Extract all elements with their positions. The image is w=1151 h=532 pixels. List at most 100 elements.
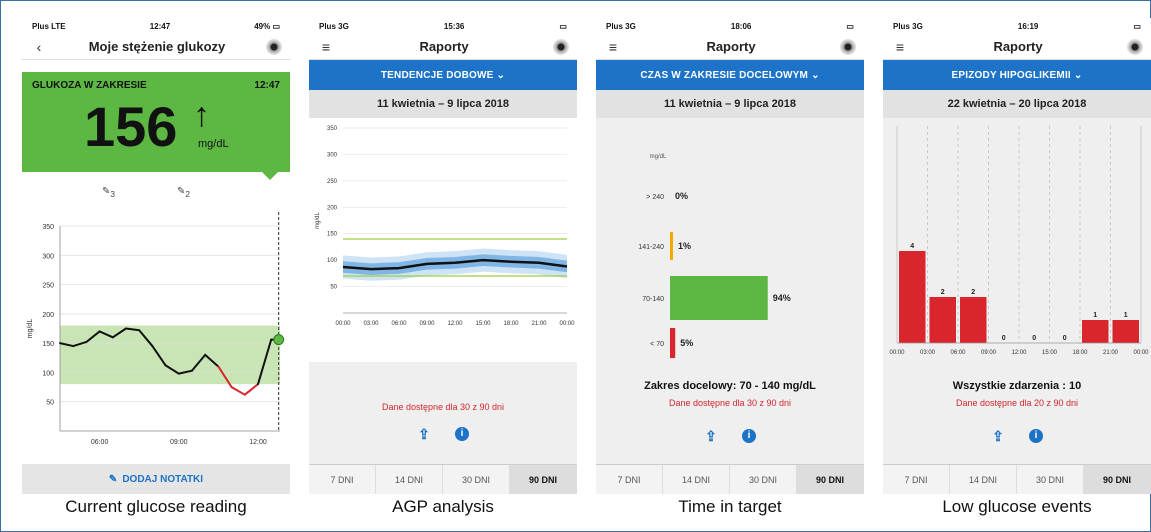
tab-14-days[interactable]: 14 DNI	[663, 465, 730, 494]
x-tick-label: 00:00	[889, 350, 905, 356]
info-icon[interactable]: i	[455, 427, 469, 441]
clock: 16:19	[1017, 21, 1039, 31]
chevron-down-icon: ⌄	[1073, 69, 1083, 81]
range-label: GLUKOZA W ZAKRESIE	[32, 80, 147, 91]
event-bar	[1112, 320, 1139, 343]
y-tick-label: 150	[42, 341, 54, 348]
x-tick-label: 15:00	[475, 321, 491, 327]
tab-30-days[interactable]: 30 DNI	[1017, 465, 1084, 494]
x-tick-label: 00:00	[559, 321, 575, 327]
banner-pointer	[262, 172, 278, 180]
tab-7-days[interactable]: 7 DNI	[309, 465, 376, 494]
tab-14-days[interactable]: 14 DNI	[376, 465, 443, 494]
x-tick-label: 09:00	[981, 350, 997, 356]
nav-bar: ‹ Moje stężenie glukozy	[22, 34, 290, 60]
event-marker-1[interactable]: ✎3	[102, 186, 115, 199]
percent-label: 5%	[680, 338, 693, 348]
tab-30-days[interactable]: 30 DNI	[730, 465, 797, 494]
phone-time-in-range: Plus 3G 18:06 ▭ ≡ Raporty CZAS W ZAKRESI…	[596, 18, 864, 494]
range-bar	[670, 328, 676, 358]
percent-label: 94%	[773, 293, 791, 303]
event-count-label: 1	[1093, 312, 1097, 319]
phone-low-glucose: Plus 3G 16:19 ▭ ≡ Raporty EPIZODY HIPOGL…	[883, 18, 1151, 494]
glucose-line-segment	[230, 386, 246, 396]
caption-time-in-range: Time in target	[678, 497, 782, 516]
report-dropdown[interactable]: EPIZODY HIPOGLIKEMII ⌄	[883, 60, 1151, 90]
glucose-history-chart: 350 300 250 200 150 100 50 mg/dL 06:00 09:00 12:00	[27, 212, 285, 446]
tab-90-days[interactable]: 90 DNI	[510, 465, 577, 494]
share-icon[interactable]: ⇪	[417, 426, 431, 442]
report-dropdown[interactable]: TENDENCJE DOBOWE ⌄	[309, 60, 577, 90]
x-tick-label: 09:00	[419, 321, 435, 327]
x-tick-label: 15:00	[1042, 350, 1058, 356]
range-bar	[670, 232, 673, 260]
glucose-unit: mg/dL	[198, 138, 229, 150]
info-icon[interactable]: i	[1029, 429, 1043, 443]
menu-icon[interactable]: ≡	[317, 39, 335, 55]
sensor-icon[interactable]	[840, 38, 856, 55]
y-tick-label: 350	[327, 126, 338, 132]
agp-chart: 350 300 250 200 150 100 50 mg/dL 00:00 03:00 06:00…	[315, 126, 575, 327]
date-range: 22 kwietnia – 20 lipca 2018	[883, 90, 1151, 118]
y-tick-label: 200	[42, 312, 54, 319]
banner-time: 12:47	[254, 80, 280, 91]
x-tick-label: 21:00	[1103, 350, 1119, 356]
nav-bar: ≡ Raporty	[309, 34, 577, 60]
battery: 49% ▭	[254, 21, 280, 31]
pencil-icon: ✎	[108, 473, 118, 485]
event-bar	[1082, 320, 1109, 343]
report-dropdown[interactable]: CZAS W ZAKRESIE DOCELOWYM ⌄	[596, 60, 864, 90]
y-tick-label: 300	[327, 152, 338, 158]
x-tick-label: 12:00	[447, 321, 463, 327]
x-tick-label: 09:00	[170, 439, 188, 446]
share-icon[interactable]: ⇪	[991, 428, 1005, 444]
x-tick-label: 06:00	[950, 350, 966, 356]
chevron-down-icon: ⌄	[496, 69, 506, 81]
carrier: Plus 3G	[893, 21, 923, 31]
clock: 12:47	[149, 21, 171, 31]
tab-7-days[interactable]: 7 DNI	[883, 465, 950, 494]
y-tick-label: 100	[42, 370, 54, 377]
battery-icon: ▭	[846, 21, 854, 31]
percent-label: 1%	[678, 241, 691, 251]
x-tick-label: 12:00	[249, 439, 267, 446]
y-tick-label: 100	[327, 258, 338, 264]
status-bar: Plus LTE 12:47 49% ▭	[22, 18, 290, 34]
menu-icon[interactable]: ≡	[891, 39, 909, 55]
event-count-label: 2	[971, 289, 975, 296]
menu-icon[interactable]: ≡	[604, 39, 622, 55]
share-icon[interactable]: ⇪	[704, 428, 718, 444]
y-tick-label: 50	[46, 400, 54, 407]
y-tick-label: 250	[327, 179, 338, 185]
event-count-label: 0	[1063, 335, 1067, 342]
tab-90-days[interactable]: 90 DNI	[1084, 465, 1151, 494]
nav-bar: ≡ Raporty	[596, 34, 864, 60]
range-label: 70-140	[642, 296, 664, 303]
glucose-banner: GLUKOZA W ZAKRESIE 12:47 156 ↑ mg/dL	[22, 72, 290, 172]
sensor-icon[interactable]	[265, 38, 282, 55]
event-count-label: 0	[1002, 335, 1006, 342]
tab-30-days[interactable]: 30 DNI	[443, 465, 510, 494]
page-title: Raporty	[706, 39, 756, 54]
dropdown-label: TENDENCJE DOBOWE	[380, 69, 494, 81]
page-title: Moje stężenie glukozy	[88, 39, 226, 54]
unit-label: mg/dL	[650, 154, 667, 160]
caption-current-glucose: Current glucose reading	[65, 497, 247, 516]
back-icon[interactable]: ‹	[30, 39, 48, 55]
page-title: Raporty	[419, 39, 469, 54]
dropdown-label: EPIZODY HIPOGLIKEMII	[951, 69, 1071, 81]
event-bar	[899, 251, 926, 343]
sensor-icon[interactable]	[553, 38, 569, 55]
sensor-icon[interactable]	[1127, 38, 1143, 55]
event-marker-2[interactable]: ✎2	[177, 186, 190, 199]
x-tick-label: 06:00	[391, 321, 407, 327]
y-tick-label: 50	[330, 285, 337, 291]
carrier: Plus 3G	[606, 21, 636, 31]
tab-14-days[interactable]: 14 DNI	[950, 465, 1017, 494]
info-icon[interactable]: i	[742, 429, 756, 443]
tab-7-days[interactable]: 7 DNI	[596, 465, 663, 494]
x-tick-label: 21:00	[531, 321, 547, 327]
add-note-button[interactable]: ✎ DODAJ NOTATKI	[22, 464, 290, 494]
chevron-down-icon: ⌄	[811, 69, 820, 81]
tab-90-days[interactable]: 90 DNI	[797, 465, 864, 494]
